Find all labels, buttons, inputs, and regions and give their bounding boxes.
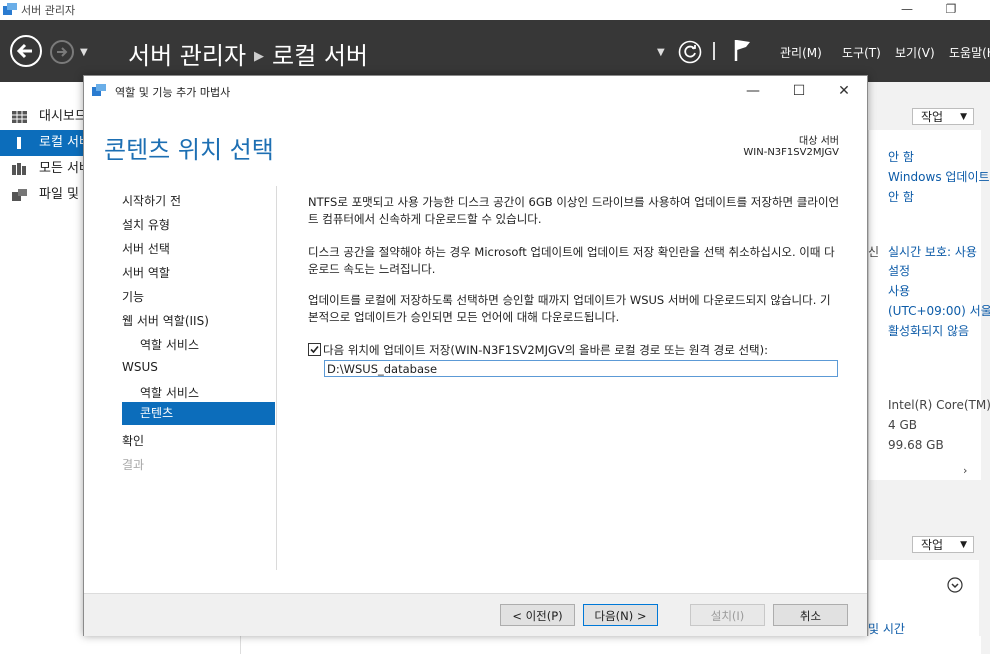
step-server-selection[interactable]: 서버 선택 — [122, 240, 170, 257]
back-button[interactable] — [10, 35, 42, 67]
wizard-footer: < 이전(P) 다음(N) > 설치(I) 취소 — [84, 593, 867, 636]
property-value[interactable]: 안 함 — [888, 148, 914, 165]
property-value[interactable]: 설정 — [888, 262, 910, 279]
property-value[interactable]: 안 함 — [888, 188, 914, 205]
tasks-dropdown-2[interactable]: 작업 ▼ — [912, 536, 974, 553]
sidebar-item-dashboard[interactable]: 대시보드 — [0, 104, 84, 130]
step-installation-type[interactable]: 설치 유형 — [122, 216, 170, 233]
dashboard-icon — [12, 111, 27, 123]
store-updates-label[interactable]: 다음 위치에 업데이트 저장(WIN-N3F1SV2MJGV의 올바른 로컬 경… — [323, 342, 768, 358]
property-value[interactable]: 실시간 보호: 사용 — [888, 243, 977, 260]
sidebar-item-local-server[interactable]: 로컬 서버 — [0, 130, 84, 156]
sidebar-item-label: 모든 서버 — [39, 161, 84, 176]
step-features[interactable]: 기능 — [122, 288, 144, 305]
sidebar-item-label: 파일 및 저장소 서비스 — [39, 187, 84, 202]
wizard-icon — [92, 84, 106, 96]
forward-button[interactable] — [50, 40, 74, 64]
property-label-fragment: 신 — [868, 245, 880, 259]
store-updates-option[interactable]: 다음 위치에 업데이트 저장(WIN-N3F1SV2MJGV의 올바른 로컬 경… — [308, 342, 848, 358]
property-value-fragment[interactable]: 및 시간 — [868, 620, 905, 637]
store-updates-checkbox[interactable] — [308, 343, 321, 356]
property-value: 99.68 GB — [888, 438, 944, 452]
chevron-down-icon: ▼ — [960, 112, 967, 122]
install-button: 설치(I) — [690, 604, 765, 626]
description-paragraph: 디스크 공간을 절약해야 하는 경우 Microsoft 업데이트에 업데이트 … — [308, 245, 835, 276]
refresh-icon[interactable] — [678, 40, 702, 64]
menu-view[interactable]: 보기(V) — [895, 44, 935, 61]
wizard-titlebar: 역할 및 기능 추가 마법사 — ☐ ✕ — [84, 76, 867, 106]
description-paragraph: NTFS로 포맷되고 사용 가능한 디스크 공간이 6GB 이상인 드라이브를 … — [308, 195, 840, 226]
menu-manage[interactable]: 관리(M) — [780, 44, 822, 61]
sidebar: 대시보드 로컬 서버 모든 서버 파일 및 저장소 서비스 — [0, 82, 84, 654]
property-value[interactable]: Windows 업데이트 — [888, 168, 990, 185]
wizard-maximize-button[interactable]: ☐ — [776, 76, 822, 106]
property-value: 4 GB — [888, 418, 917, 432]
breadcrumb-root[interactable]: 서버 관리자 — [128, 42, 246, 70]
background-content-strip — [240, 636, 981, 654]
file-storage-icon — [12, 189, 27, 201]
arrow-right-icon — [57, 47, 68, 57]
breadcrumb-separator-icon: ▶ — [254, 49, 265, 64]
step-results: 결과 — [122, 458, 145, 472]
restore-button[interactable]: ❐ — [928, 0, 974, 20]
property-value[interactable]: 활성화되지 않음 — [888, 322, 969, 339]
minimize-button[interactable]: — — [884, 0, 930, 20]
header-divider — [713, 42, 715, 60]
app-titlebar: 서버 관리자 — ❐ — [0, 0, 990, 20]
notifications-flag-icon[interactable] — [734, 38, 752, 62]
history-dropdown-icon[interactable]: ▼ — [80, 47, 88, 58]
server-manager-icon — [3, 3, 17, 15]
app-title: 서버 관리자 — [21, 4, 76, 17]
nav-divider — [276, 186, 277, 570]
property-value[interactable]: 사용 — [888, 282, 910, 299]
destination-server-name: WIN-N3F1SV2MJGV — [743, 147, 839, 158]
step-server-roles[interactable]: 서버 역할 — [122, 264, 170, 281]
scroll-right-icon[interactable]: › — [963, 464, 967, 477]
wizard-close-button[interactable]: ✕ — [821, 76, 867, 106]
property-value: Intel(R) Core(TM) — [888, 398, 990, 412]
wizard-title: 역할 및 기능 추가 마법사 — [115, 86, 231, 99]
property-value[interactable]: (UTC+09:00) 서울 — [888, 302, 990, 319]
step-wsus[interactable]: WSUS — [122, 360, 158, 374]
destination-server-label: 대상 서버 — [799, 136, 839, 147]
next-button[interactable]: 다음(N) > — [583, 604, 658, 626]
wizard-minimize-button[interactable]: — — [730, 76, 776, 106]
sidebar-item-file-storage[interactable]: 파일 및 저장소 서비스 — [0, 182, 84, 208]
tasks-label: 작업 — [921, 538, 944, 552]
step-before-you-begin[interactable]: 시작하기 전 — [122, 192, 181, 209]
cancel-button[interactable]: 취소 — [773, 604, 848, 626]
menu-help[interactable]: 도움말(H) — [949, 44, 990, 61]
step-confirmation[interactable]: 확인 — [122, 432, 144, 449]
description-paragraph: 업데이트를 로컬에 저장하도록 선택하면 승인할 때까지 업데이트가 WSUS … — [308, 293, 831, 324]
checkmark-icon — [310, 345, 319, 354]
breadcrumb-current: 로컬 서버 — [272, 42, 368, 70]
step-wsus-role-services[interactable]: 역할 서비스 — [140, 384, 199, 401]
arrow-left-icon — [16, 43, 32, 59]
add-roles-wizard-dialog: 역할 및 기능 추가 마법사 — ☐ ✕ 콘텐츠 위치 선택 대상 서버 WIN… — [83, 75, 868, 636]
expand-circle-icon[interactable] — [947, 577, 963, 593]
step-web-server-role[interactable]: 웹 서버 역할(IIS) — [122, 312, 209, 329]
content-path-input[interactable] — [324, 360, 838, 377]
step-iis-role-services[interactable]: 역할 서비스 — [140, 336, 199, 353]
step-content[interactable]: 콘텐츠 — [122, 402, 275, 425]
sidebar-item-label: 대시보드 — [39, 109, 84, 124]
sidebar-item-label: 로컬 서버 — [39, 135, 84, 150]
previous-button[interactable]: < 이전(P) — [500, 604, 575, 626]
all-servers-icon — [12, 163, 26, 175]
chevron-down-icon: ▼ — [960, 540, 967, 550]
sidebar-item-all-servers[interactable]: 모든 서버 — [0, 156, 84, 182]
breadcrumb-dropdown-icon[interactable]: ▼ — [657, 47, 665, 58]
breadcrumb: 서버 관리자 ▶ 로컬 서버 — [128, 36, 368, 71]
local-server-icon — [17, 137, 21, 149]
tasks-dropdown[interactable]: 작업 ▼ — [912, 108, 974, 125]
menu-tools[interactable]: 도구(T) — [842, 44, 881, 61]
tasks-label: 작업 — [921, 110, 944, 124]
page-title: 콘텐츠 위치 선택 — [104, 136, 274, 164]
